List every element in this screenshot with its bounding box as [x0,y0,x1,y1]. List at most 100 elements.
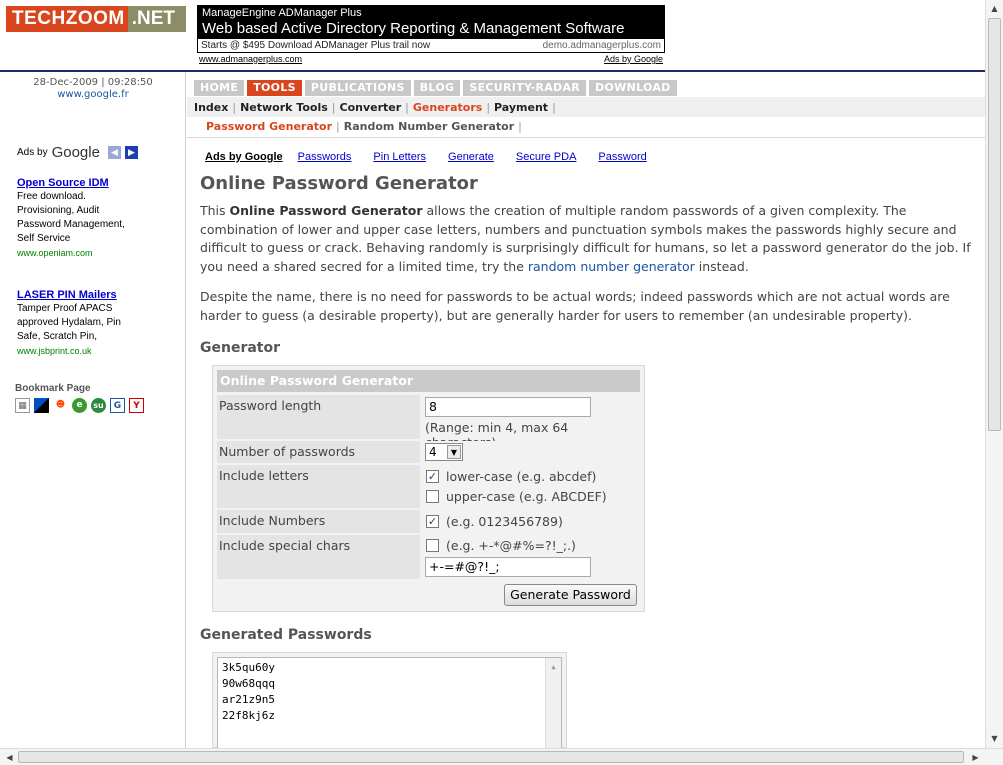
subnav-index[interactable]: Index [194,101,232,114]
date-time: 28-Dec-2009 | 09:28:50 [33,77,153,88]
include-numbers-label: Include Numbers [217,510,420,533]
banner-ad-domain: demo.admanagerplus.com [542,40,661,51]
nav-tab-security-radar[interactable]: SECURITY-RADAR [463,80,587,96]
sidebar-ads: Ads by Google ◀ ▶ Open Source IDM Free d… [17,144,177,358]
host-link[interactable]: www.google.fr [0,89,186,101]
uppercase-checkbox[interactable] [426,490,439,503]
intro-text-start: This [200,203,230,218]
generated-passwords-box: 3k5qu60y 90w68qqq ar21z9n5 22f8kj6z ▲ [212,652,567,749]
subnav-network-tools[interactable]: Network Tools [240,101,332,114]
numbers-example: (e.g. 0123456789) [446,514,563,529]
chevron-down-icon[interactable]: ▼ [447,445,461,459]
description-paragraph: Despite the name, there is no need for p… [200,289,950,323]
top-banner-ad[interactable]: ManageEngine ADManager Plus Web based Ac… [197,5,665,65]
subnav-generators[interactable]: Generators [413,101,486,114]
password-count-select[interactable]: 4 ▼ [425,443,463,461]
scroll-up-arrow-icon[interactable]: ▲ [548,659,559,675]
subnav-payment[interactable]: Payment [494,101,552,114]
generated-password: 3k5qu60y [222,661,275,674]
password-length-label: Password length [217,395,420,439]
logo-part-1: TECHZOOM [6,6,128,32]
tertiary-nav: Password Generator | Random Number Genera… [200,120,526,133]
horizontal-scroll-thumb[interactable] [18,751,964,763]
special-chars-input[interactable]: +-=#@?!_; [425,557,591,577]
vertical-scrollbar[interactable]: ▲ ▼ [985,0,1003,748]
password-count-cell: 4 ▼ [422,441,640,463]
banner-ads-by-google-link[interactable]: Ads by Google [604,53,663,65]
scroll-right-arrow-icon[interactable]: ▶ [968,750,983,765]
bookmark-title: Bookmark Page [15,383,91,394]
page-title: Online Password Generator [200,173,478,194]
chevron-left-icon[interactable]: ◀ [107,146,121,159]
sidebar-ads-header: Ads by Google ◀ ▶ [17,144,177,161]
sidebar-ad-desc: Free download. Provisioning, Audit Passw… [17,191,125,244]
sidebar-ad[interactable]: Open Source IDM Free download. Provision… [17,176,177,260]
sidebar-ad-desc: Tamper Proof APACS approved Hydalam, Pin… [17,303,121,342]
ad-link[interactable]: Password [598,151,646,163]
numbers-checkbox[interactable]: ✓ [426,515,439,528]
intro-paragraph: This Online Password Generator allows th… [200,202,984,276]
ad-links-label[interactable]: Ads by Google [205,151,283,163]
banner-ad-offer[interactable]: Starts @ $495 Download ADManager Plus tr… [201,39,430,52]
password-count-value: 4 [429,445,437,459]
horizontal-scrollbar[interactable]: ◀ ▶ [0,748,1003,765]
banner-ad-box[interactable]: ManageEngine ADManager Plus Web based Ac… [197,5,665,39]
ad-links-bar: Ads by Google Passwords Pin Letters Gene… [205,151,669,163]
generate-password-button[interactable]: Generate Password [504,584,637,606]
include-letters-label: Include letters [217,465,420,508]
reddit-icon[interactable]: ☻ [53,398,68,413]
google-logo[interactable]: Google [52,144,100,161]
sidebar-ad-title[interactable]: LASER PIN Mailers [17,288,177,302]
uppercase-label: upper-case (e.g. ABCDEF) [446,489,607,504]
sidebar-ad-title[interactable]: Open Source IDM [17,176,177,190]
lowercase-label: lower-case (e.g. abcdef) [446,469,597,484]
nav-tab-tools[interactable]: TOOLS [247,80,302,96]
generated-password: ar21z9n5 [222,693,275,706]
generated-password: 90w68qqq [222,677,275,690]
scroll-up-arrow-icon[interactable]: ▲ [987,1,1002,16]
ad-link[interactable]: Generate [448,151,494,163]
generated-passwords-textarea[interactable]: 3k5qu60y 90w68qqq ar21z9n5 22f8kj6z ▲ [217,657,562,749]
nav-divider [187,137,985,138]
generator-heading: Generator [200,340,281,356]
sidebar-ad-url[interactable]: www.openiam.com [17,246,177,260]
site-logo[interactable]: TECHZOOM .NET [6,6,186,32]
scroll-down-arrow-icon[interactable]: ▼ [987,731,1002,746]
date-time-display: 28-Dec-2009 | 09:28:50 www.google.fr [0,77,186,101]
generated-password: 22f8kj6z [222,709,275,722]
digg-icon[interactable] [34,398,49,413]
nav-tab-publications[interactable]: PUBLICATIONS [304,80,411,96]
main-nav: HOME TOOLS PUBLICATIONS BLOG SECURITY-RA… [194,80,677,96]
include-special-label: Include special chars [217,535,420,579]
stumble-su-icon[interactable]: su [91,398,106,413]
generated-passwords-heading: Generated Passwords [200,627,372,643]
ad-link[interactable]: Passwords [298,151,352,163]
vertical-scroll-thumb[interactable] [988,18,1001,431]
nav-tab-home[interactable]: HOME [194,80,245,96]
password-length-cell: 8 (Range: min 4, max 64 characters) [422,395,640,450]
scroll-left-arrow-icon[interactable]: ◀ [2,750,17,765]
nav-tab-blog[interactable]: BLOG [413,80,461,96]
nav-tab-download[interactable]: DOWNLOAD [589,80,677,96]
lowercase-checkbox[interactable]: ✓ [426,470,439,483]
password-length-input[interactable]: 8 [425,397,591,417]
nav-random-number-generator[interactable]: Random Number Generator [344,120,514,133]
textarea-scrollbar[interactable]: ▲ [545,658,561,748]
ad-link[interactable]: Pin Letters [373,151,426,163]
special-chars-example: (e.g. +-*@#%=?!_;.) [446,538,576,553]
google-bookmark-icon[interactable]: G [110,398,125,413]
chevron-right-icon[interactable]: ▶ [124,146,138,159]
sidebar-ad[interactable]: LASER PIN Mailers Tamper Proof APACS app… [17,288,177,358]
subnav-converter[interactable]: Converter [340,101,406,114]
delicious-icon[interactable]: ▦ [15,398,30,413]
ad-link[interactable]: Secure PDA [516,151,577,163]
intro-text-end: instead. [694,258,749,274]
yahoo-bookmark-icon[interactable]: Y [129,398,144,413]
random-number-generator-link[interactable]: random number generator [528,259,695,274]
sidebar-ad-url[interactable]: www.jsbprint.co.uk [17,344,177,358]
banner-ad-url[interactable]: www.admanagerplus.com [199,53,302,65]
nav-password-generator[interactable]: Password Generator [200,120,332,133]
bookmark-icons: ▦ ☻ e su G Y [15,398,144,413]
stumbleupon-icon[interactable]: e [72,398,87,413]
special-chars-checkbox[interactable] [426,539,439,552]
